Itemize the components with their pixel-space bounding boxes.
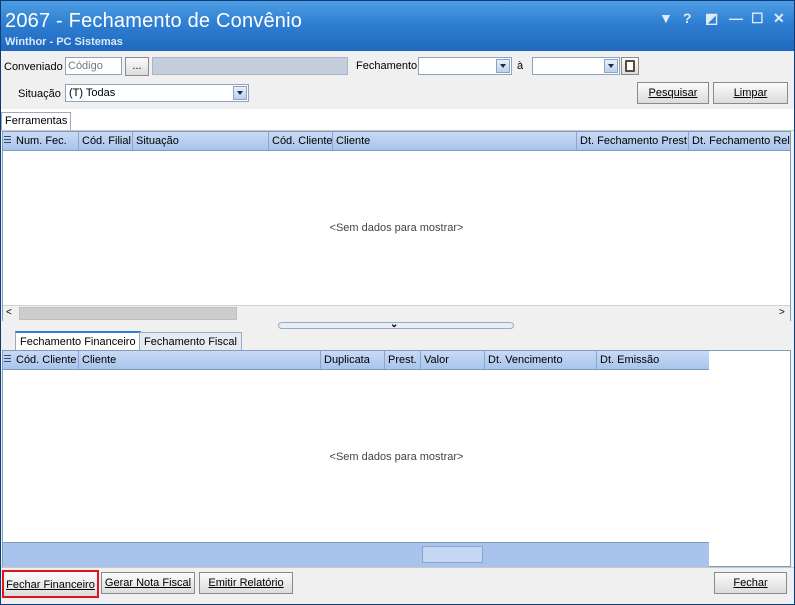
column-dt-fechamento-rel[interactable]: Dt. Fechamento Rel. [689,132,790,150]
window-title: 2067 - Fechamento de Convênio [5,10,303,32]
emitir-relatorio-label: Emitir Relatório [208,577,284,589]
column-prest[interactable]: Prest. [385,351,421,369]
financeiro-grid[interactable]: Cód. Cliente Cliente Duplicata Prest. Va… [2,350,791,567]
tab-fechamento-financeiro[interactable]: Fechamento Financeiro [15,331,141,350]
column-cod-cliente[interactable]: Cód. Cliente [269,132,333,150]
fechamentos-grid-header: Num. Fec. Cód. Filial Situação Cód. Clie… [3,132,790,151]
filter-form: Conveniado Código ... Fechamento à Situa… [1,51,794,109]
menu-dropdown-icon[interactable]: ▼ [659,10,673,26]
maximize-icon[interactable]: ☐ [751,10,764,27]
conveniado-browse-button[interactable]: ... [125,57,149,76]
column-cod-filial[interactable]: Cód. Filial [79,132,133,150]
column-situacao[interactable]: Situação [133,132,269,150]
fechar-label: Fechar [733,577,768,589]
fechar-financeiro-label: Fechar Financeiro [6,579,95,591]
conveniado-code-placeholder: Código [68,60,103,72]
fechamento-to-label: à [517,60,524,72]
column-cod-cliente[interactable]: Cód. Cliente [13,351,79,369]
restore-layout-icon[interactable]: ◩ [705,10,718,27]
column-dt-fechamento-prest[interactable]: Dt. Fechamento Prest [577,132,689,150]
column-chooser-icon[interactable] [4,355,11,364]
situacao-select-value: (T) Todas [69,87,116,99]
column-valor[interactable]: Valor [421,351,485,369]
financeiro-empty-message: <Sem dados para mostrar> [329,451,464,463]
chevron-down-icon[interactable]: ⌄ [390,319,398,330]
column-duplicata[interactable]: Duplicata [321,351,385,369]
column-dt-vencimento[interactable]: Dt. Vencimento [485,351,597,369]
fechamento-start-date[interactable] [418,57,512,75]
action-bar: Fechar Financeiro Gerar Nota Fiscal Emit… [1,567,794,604]
close-icon[interactable]: ✕ [773,10,785,27]
scroll-right-icon[interactable]: > [779,307,785,318]
clipboard-icon[interactable] [621,57,639,75]
column-dt-emissao[interactable]: Dt. Emissão [597,351,709,369]
help-icon[interactable]: ? [683,10,692,26]
column-cliente[interactable]: Cliente [79,351,321,369]
tab-fechamento-fiscal[interactable]: Fechamento Fiscal [139,332,242,350]
situacao-select[interactable]: (T) Todas [65,84,249,102]
fechamentos-hscroll-thumb[interactable] [19,307,237,320]
valor-total-cell [422,546,483,563]
minimize-icon[interactable]: — [729,10,743,26]
column-cliente[interactable]: Cliente [333,132,577,150]
window-subtitle: Winthor - PC Sistemas [5,36,123,48]
financeiro-grid-header: Cód. Cliente Cliente Duplicata Prest. Va… [3,351,709,370]
conveniado-code-input[interactable]: Código [65,57,122,75]
fechamento-label: Fechamento [356,60,418,72]
fechamentos-empty-message: <Sem dados para mostrar> [329,222,464,234]
emitir-relatorio-button[interactable]: Emitir Relatório [199,572,293,594]
conveniado-name-field [152,57,348,75]
panel-splitter[interactable]: ⌄ [1,319,794,331]
fechar-button[interactable]: Fechar [714,572,787,594]
limpar-button[interactable]: Limpar [713,82,788,104]
chevron-down-icon[interactable] [604,59,618,73]
conveniado-label: Conveniado [4,61,63,73]
pesquisar-button-label: Pesquisar [648,87,698,99]
tab-ferramentas[interactable]: Ferramentas [1,112,72,130]
chevron-down-icon[interactable] [496,59,510,73]
gerar-nota-fiscal-button[interactable]: Gerar Nota Fiscal [101,572,195,594]
financeiro-footer-row [3,542,709,567]
situacao-label: Situação [18,88,61,100]
column-chooser-icon[interactable] [4,136,11,145]
column-num-fec[interactable]: Num. Fec. [13,132,79,150]
fechamento-end-date[interactable] [532,57,620,75]
detail-tabs: Fechamento Financeiro Fechamento Fiscal [1,331,794,350]
fechamentos-grid[interactable]: Num. Fec. Cód. Filial Situação Cód. Clie… [2,131,791,321]
scroll-left-icon[interactable]: < [6,307,12,318]
title-bar[interactable]: 2067 - Fechamento de Convênio Winthor - … [1,1,794,51]
main-window: 2067 - Fechamento de Convênio Winthor - … [0,0,795,605]
ferramentas-strip: Ferramentas [1,109,794,131]
pesquisar-button[interactable]: Pesquisar [637,82,709,104]
limpar-button-label: Limpar [733,87,768,99]
fechar-financeiro-button[interactable]: Fechar Financeiro [2,570,99,598]
gerar-nota-fiscal-label: Gerar Nota Fiscal [104,577,192,589]
chevron-down-icon[interactable] [233,86,247,100]
